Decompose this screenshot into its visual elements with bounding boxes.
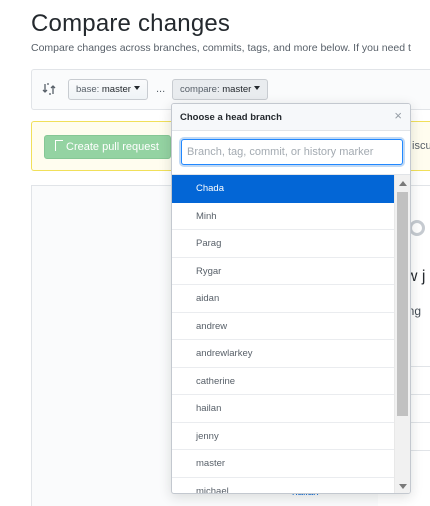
filter-container bbox=[172, 131, 410, 175]
branch-item[interactable]: hailan bbox=[172, 395, 397, 423]
branch-item[interactable]: Chada bbox=[172, 175, 397, 203]
scrollbar-thumb[interactable] bbox=[397, 192, 408, 416]
scroll-up-arrow-icon[interactable] bbox=[399, 181, 407, 186]
dropdown-header: Choose a head branch × bbox=[172, 104, 410, 131]
branch-item[interactable]: andrew bbox=[172, 313, 397, 340]
branch-item[interactable]: andrewlarkey bbox=[172, 340, 397, 368]
branch-item[interactable]: jenny bbox=[172, 423, 397, 450]
banner-text: iscus bbox=[412, 140, 430, 152]
pull-request-icon bbox=[55, 140, 63, 151]
branch-item[interactable]: aidan bbox=[172, 285, 397, 313]
scroll-down-arrow-icon[interactable] bbox=[399, 484, 407, 489]
base-branch-button[interactable]: base: master bbox=[68, 79, 148, 100]
caret-down-icon bbox=[133, 86, 140, 91]
base-prefix: base: bbox=[76, 84, 100, 95]
base-branch-name: master bbox=[101, 84, 131, 95]
branch-list: Chada Minh Parag Rygar aidan andrew andrewlark… bbox=[172, 175, 397, 494]
branch-item[interactable]: master bbox=[172, 450, 397, 478]
branch-item[interactable]: Rygar bbox=[172, 258, 397, 285]
compare-prefix: compare: bbox=[180, 84, 220, 95]
branch-filter-input[interactable] bbox=[181, 139, 403, 165]
compare-branch-name: master bbox=[222, 84, 252, 95]
branch-item[interactable]: catherine bbox=[172, 368, 397, 395]
scrollbar[interactable] bbox=[394, 175, 410, 493]
dropdown-title: Choose a head branch bbox=[180, 112, 282, 123]
caret-down-icon bbox=[254, 86, 261, 91]
commit-icon bbox=[409, 220, 425, 236]
branch-item[interactable]: Minh bbox=[172, 203, 397, 230]
page-subtitle: Compare changes across branches, commits… bbox=[31, 42, 411, 54]
range-separator: ... bbox=[156, 83, 166, 95]
create-pull-request-button[interactable]: Create pull request bbox=[44, 135, 171, 159]
branch-item[interactable]: michael bbox=[172, 478, 397, 494]
create-pull-request-label: Create pull request bbox=[66, 141, 159, 153]
branch-item[interactable]: Parag bbox=[172, 230, 397, 258]
head-branch-dropdown: Choose a head branch × ChadaMinhParagRyg… bbox=[171, 103, 411, 494]
compare-branch-button[interactable]: compare: master bbox=[172, 79, 269, 100]
close-icon[interactable]: × bbox=[394, 109, 402, 123]
page-title: Compare changes bbox=[31, 10, 231, 37]
compare-arrows-icon bbox=[42, 83, 56, 95]
